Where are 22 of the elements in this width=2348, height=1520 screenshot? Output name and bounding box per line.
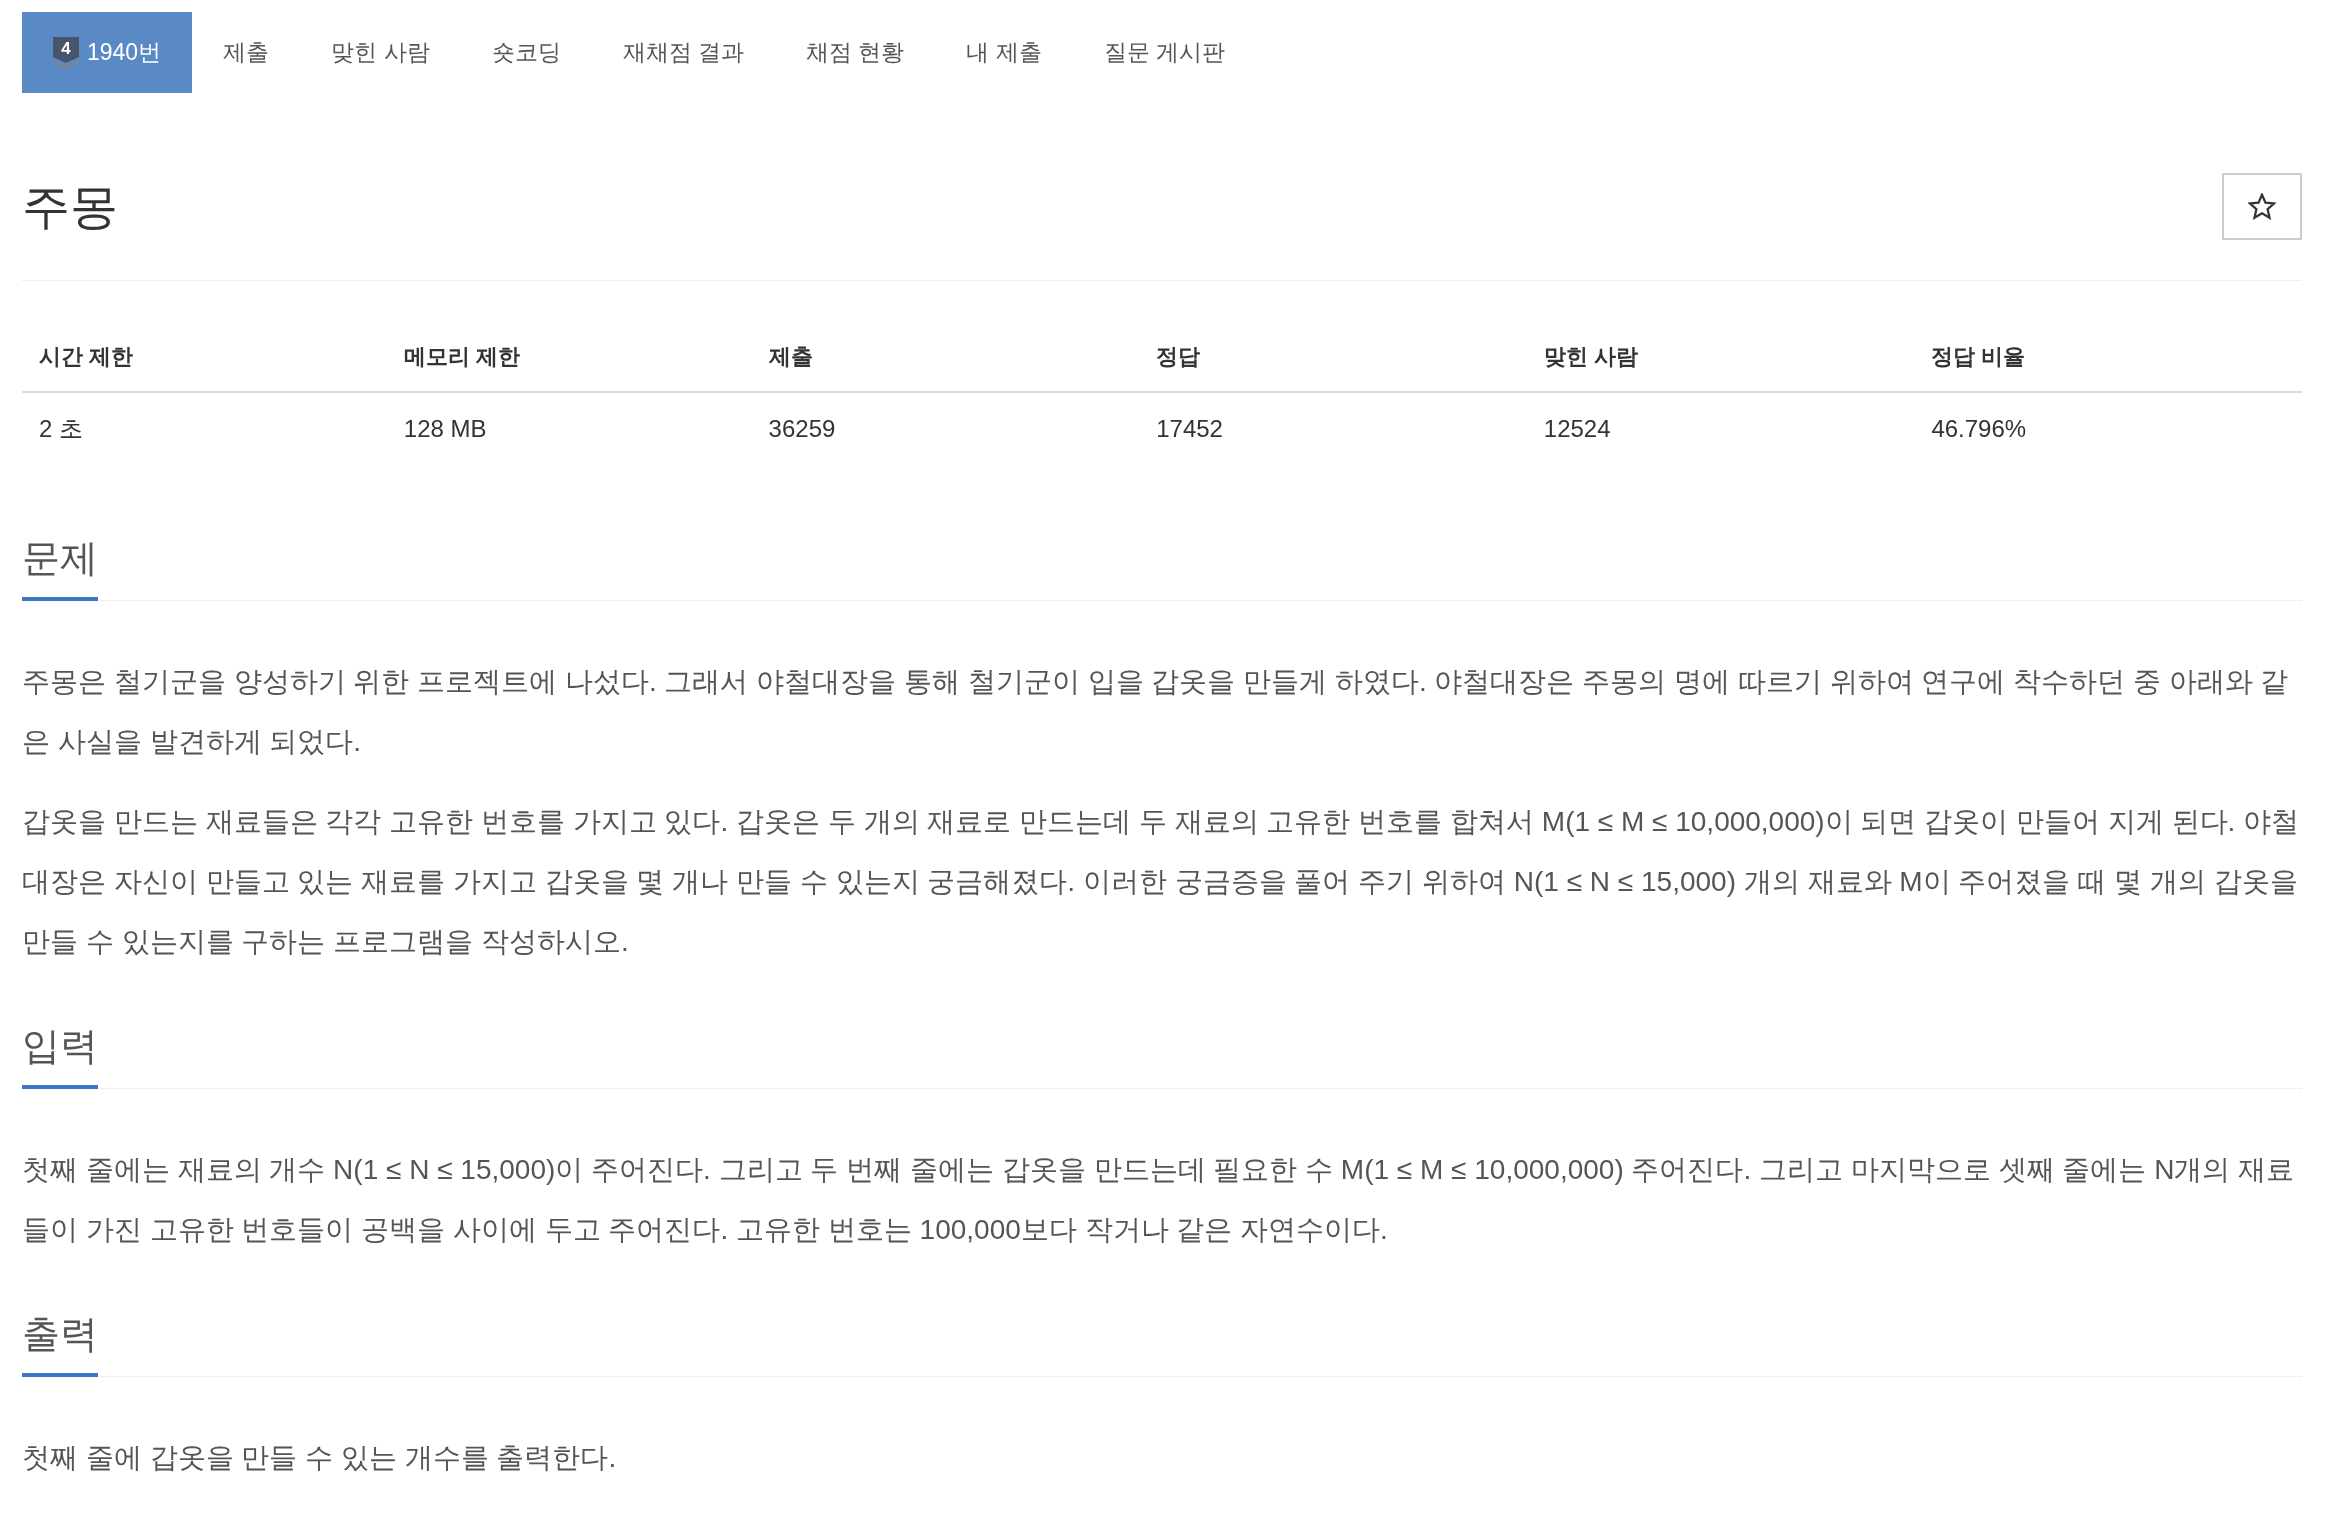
table-cell-text: 128 MB	[403, 414, 487, 444]
section-heading: 출력	[22, 1310, 98, 1377]
problem-paragraph: 첫째 줄에는 재료의 개수 N(1 ≤ N ≤ 15,000)이 주어진다. 그리고 두 번째 줄에는 갑옷을 만드는데 필요한 수 M(1 ≤ M ≤ 10,000,000) 주어진다. 그리고 마지막으로 셋째 줄에는 N개의 재료들이 가진 고유한 번호들이 공백을 사이에 두고 주어진다. 고유한 번호는 100,000보다 작거나 같은 자연수이다.	[22, 1153, 2296, 1247]
section-heading: 문제	[22, 534, 98, 601]
column-header: 정답 비율	[1931, 342, 2026, 371]
nav-tab[interactable]: 4 1940번	[22, 12, 193, 93]
table-cell-text: 17452	[1156, 414, 1223, 444]
column-header: 정답	[1156, 342, 1201, 371]
table-cell-text: 2 초	[39, 414, 83, 444]
problem-title: 주몽	[22, 178, 118, 235]
section-heading: 입력	[22, 1022, 98, 1089]
column-header: 맞힌 사람	[1543, 342, 1638, 371]
table-cell-text: 36259	[768, 414, 836, 444]
column-header: 시간 제한	[39, 342, 134, 371]
problem-paragraph: 갑옷을 만드는 재료들은 각각 고유한 번호를 가지고 있다. 갑옷은 두 개의 재료로 만드는데 두 재료의 고유한 번호를 합쳐서 M(1 ≤ M ≤ 10,000,000)이 되면 갑옷이 만들어 지게 된다. 야철대장은 자신이 만들고 있는 재료를 가지고 갑옷을 몇 개나 만들 수 있는지 궁금해졌다. 이러한 궁금증을 풀어 주기 위하여 N(1 ≤ N ≤ 15,000) 개의 재료와 M이 주어졌을 때 몇 개의 갑옷을 만들 수 있는지를 구하는 프로그램을 작성하시오.	[22, 805, 2301, 959]
column-header: 메모리 제한	[403, 342, 520, 371]
problem-paragraph: 주몽은 철기군을 양성하기 위한 프로젝트에 나섰다. 그래서 야철대장을 통해 철기군이 입을 갑옷을 만들게 하였다. 야철대장은 주몽의 명에 따르기 위하여 연구에 착수하던 중 아래와 같은 사실을 발견하게 되었다.	[22, 665, 2290, 759]
table-cell-text: 46.796%	[1931, 414, 2027, 444]
column-header: 제출	[768, 342, 813, 371]
table-cell-text: 12524	[1543, 414, 1611, 444]
star-button[interactable]	[2222, 173, 2302, 240]
problem-paragraph: 첫째 줄에 갑옷을 만들 수 있는 개수를 출력한다.	[22, 1441, 618, 1475]
